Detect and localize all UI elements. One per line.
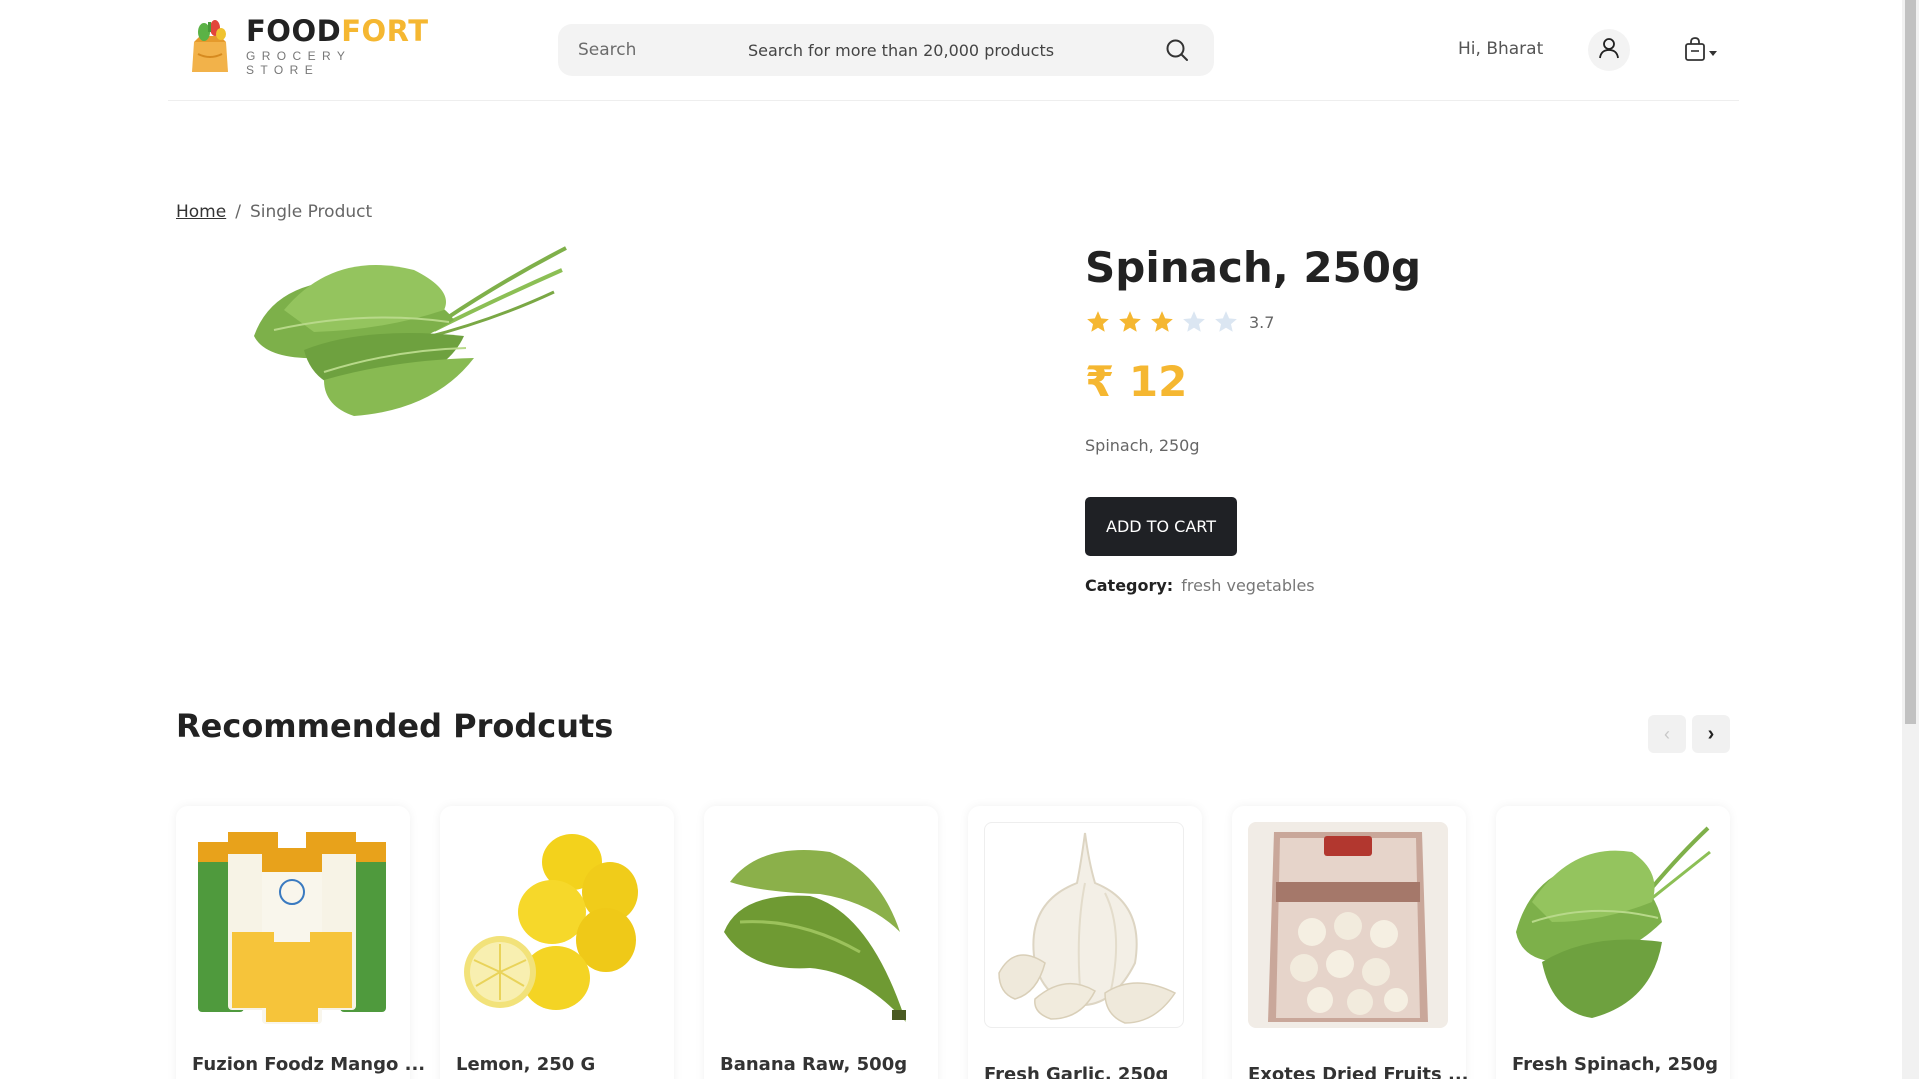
- product-card[interactable]: Lemon, 250 G: [440, 806, 674, 1079]
- grocery-bag-logo-icon: [188, 18, 232, 74]
- recommended-carousel: Fuzion Foodz Mango ... Lemon, 250 G Bana…: [176, 806, 1732, 1079]
- recommended-heading: Recommended Prodcuts: [176, 707, 614, 745]
- star-filled-icon: [1085, 309, 1111, 335]
- search-bar: Search: [558, 24, 1214, 76]
- product-description: Spinach, 250g: [1085, 436, 1200, 455]
- scrollbar-thumb[interactable]: [1905, 0, 1916, 724]
- breadcrumb: Home / Single Product: [176, 202, 372, 222]
- star-empty-icon: [1213, 309, 1239, 335]
- product-card[interactable]: Fuzion Foodz Mango ...: [176, 806, 425, 1079]
- product-card-name: Fuzion Foodz Mango ...: [192, 1054, 426, 1075]
- carousel-prev-button[interactable]: ‹: [1648, 715, 1686, 753]
- product-card-image: [456, 822, 656, 1028]
- carousel-next-button[interactable]: ›: [1692, 715, 1730, 753]
- product-card-image: [192, 822, 392, 1028]
- star-filled-icon: [1117, 309, 1143, 335]
- product-image-spinach: [244, 240, 576, 420]
- chevron-right-icon: ›: [1707, 722, 1715, 745]
- page-scrollbar[interactable]: [1902, 0, 1919, 1079]
- product-rating: 3.7: [1085, 308, 1725, 336]
- search-input[interactable]: [748, 30, 1128, 70]
- product-title: Spinach, 250g: [1085, 243, 1422, 292]
- logo-wordmark: FOODFORT: [246, 15, 428, 47]
- caret-down-icon: [1709, 42, 1717, 61]
- star-empty-icon: [1181, 309, 1207, 335]
- user-greeting: Hi, Bharat: [1458, 39, 1544, 59]
- product-card-name: Exotes Dried Fruits ...: [1248, 1064, 1469, 1079]
- product-card[interactable]: Exotes Dried Fruits ...: [1232, 806, 1469, 1079]
- site-header: FOODFORT GROCERY STORE Search Hi, Bharat: [168, 0, 1739, 101]
- product-price: ₹ 12: [1085, 357, 1188, 406]
- breadcrumb-separator: /: [235, 202, 241, 222]
- product-card-image: [1248, 822, 1448, 1028]
- star-filled-icon: [1149, 309, 1175, 335]
- product-card-name: Fresh Garlic, 250g: [984, 1064, 1169, 1079]
- product-card-name: Lemon, 250 G: [456, 1054, 596, 1075]
- product-card-name: Fresh Spinach, 250g: [1512, 1054, 1719, 1075]
- rating-value: 3.7: [1249, 312, 1275, 332]
- logo-food: FOOD: [246, 14, 342, 48]
- cart-dropdown-button[interactable]: [1683, 35, 1725, 67]
- search-label: Search: [578, 40, 637, 60]
- chevron-left-icon: ‹: [1664, 723, 1670, 744]
- search-icon[interactable]: [1164, 37, 1190, 63]
- product-card-name: Banana Raw, 500g: [720, 1054, 908, 1075]
- store-logo[interactable]: FOODFORT GROCERY STORE: [188, 15, 428, 77]
- product-card-image: [720, 822, 920, 1028]
- breadcrumb-current: Single Product: [249, 202, 373, 222]
- account-button[interactable]: [1588, 29, 1630, 71]
- product-category: Category: fresh vegetables: [1085, 576, 1725, 595]
- breadcrumb-home-link[interactable]: Home: [176, 202, 226, 222]
- product-card[interactable]: Fresh Garlic, 250g: [968, 806, 1202, 1079]
- logo-tagline: GROCERY STORE: [246, 49, 352, 77]
- shopping-bag-icon: [1683, 36, 1707, 66]
- add-to-cart-button[interactable]: ADD TO CART: [1085, 497, 1237, 556]
- product-details: Spinach, 250g 3.7 ₹ 12 Spinach, 250g ADD…: [1085, 240, 1725, 595]
- category-label: Category:: [1085, 576, 1174, 595]
- product-card[interactable]: Fresh Spinach, 250g: [1496, 806, 1730, 1079]
- product-card[interactable]: Banana Raw, 500g: [704, 806, 938, 1079]
- product-card-image: [1512, 822, 1712, 1028]
- logo-fort: FORT: [341, 14, 429, 48]
- category-value[interactable]: fresh vegetables: [1181, 576, 1314, 595]
- product-card-image: [984, 822, 1184, 1028]
- user-icon: [1597, 36, 1621, 64]
